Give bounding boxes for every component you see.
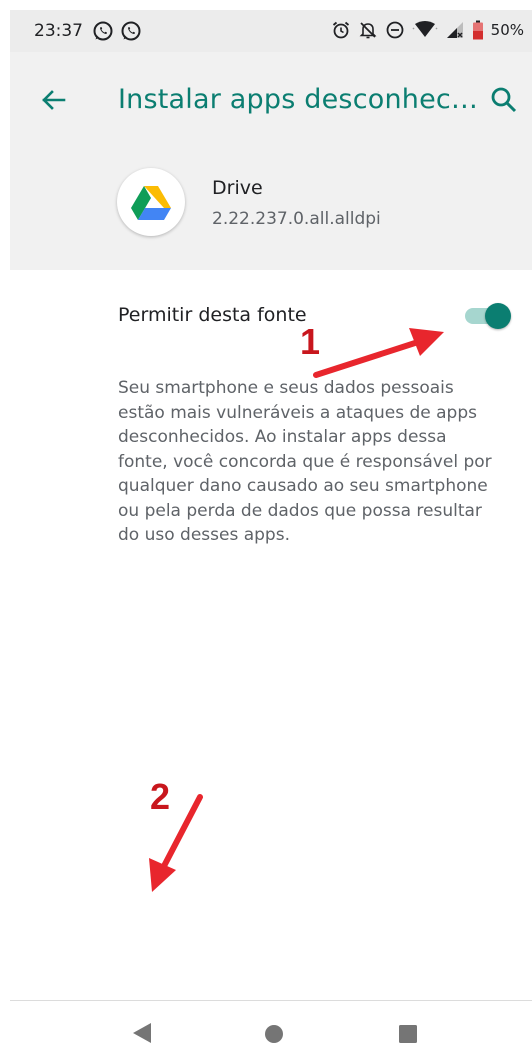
nav-home-icon[interactable] [264, 1024, 284, 1044]
status-icons-right: 50% [331, 20, 524, 40]
status-bar: 23:37 50% [10, 10, 532, 52]
whatsapp-icon [93, 21, 113, 41]
warning-description: Seu smartphone e seus dados pessoais est… [118, 378, 492, 545]
app-bar: Instalar apps desconhec… [10, 52, 532, 138]
annotation-label-1: 1 [300, 321, 321, 362]
screen: 23:37 50% Instalar apps desconhec… Drive… [10, 10, 532, 1064]
arrow-back-icon[interactable] [36, 82, 72, 118]
do-not-disturb-icon [386, 21, 404, 39]
nav-back-icon[interactable] [132, 1022, 152, 1044]
wifi-icon [412, 21, 438, 37]
allow-from-source-setting[interactable]: Permitir desta fonte [10, 290, 532, 340]
setting-label: Permitir desta fonte [118, 304, 307, 326]
page-title: Instalar apps desconhec… [118, 84, 479, 115]
app-name: Drive [212, 177, 263, 199]
search-icon[interactable] [486, 82, 522, 118]
app-info: Drive 2.22.237.0.all.alldpi [10, 165, 532, 245]
allow-source-toggle[interactable] [463, 302, 515, 330]
status-time: 23:37 [34, 21, 83, 41]
status-icons-left [92, 20, 142, 42]
app-version: 2.22.237.0.all.alldpi [212, 209, 381, 229]
google-drive-icon [117, 168, 185, 236]
notifications-off-icon [359, 22, 377, 39]
toggle-thumb [485, 303, 511, 329]
battery-icon [472, 20, 483, 40]
alarm-icon [332, 21, 349, 39]
nav-recents-icon[interactable] [398, 1024, 418, 1044]
annotation-label-2: 2 [150, 776, 171, 817]
cell-signal-icon [446, 22, 463, 38]
whatsapp-icon [121, 21, 141, 41]
battery-percentage: 50% [490, 21, 524, 39]
navigation-bar [10, 1000, 532, 1064]
